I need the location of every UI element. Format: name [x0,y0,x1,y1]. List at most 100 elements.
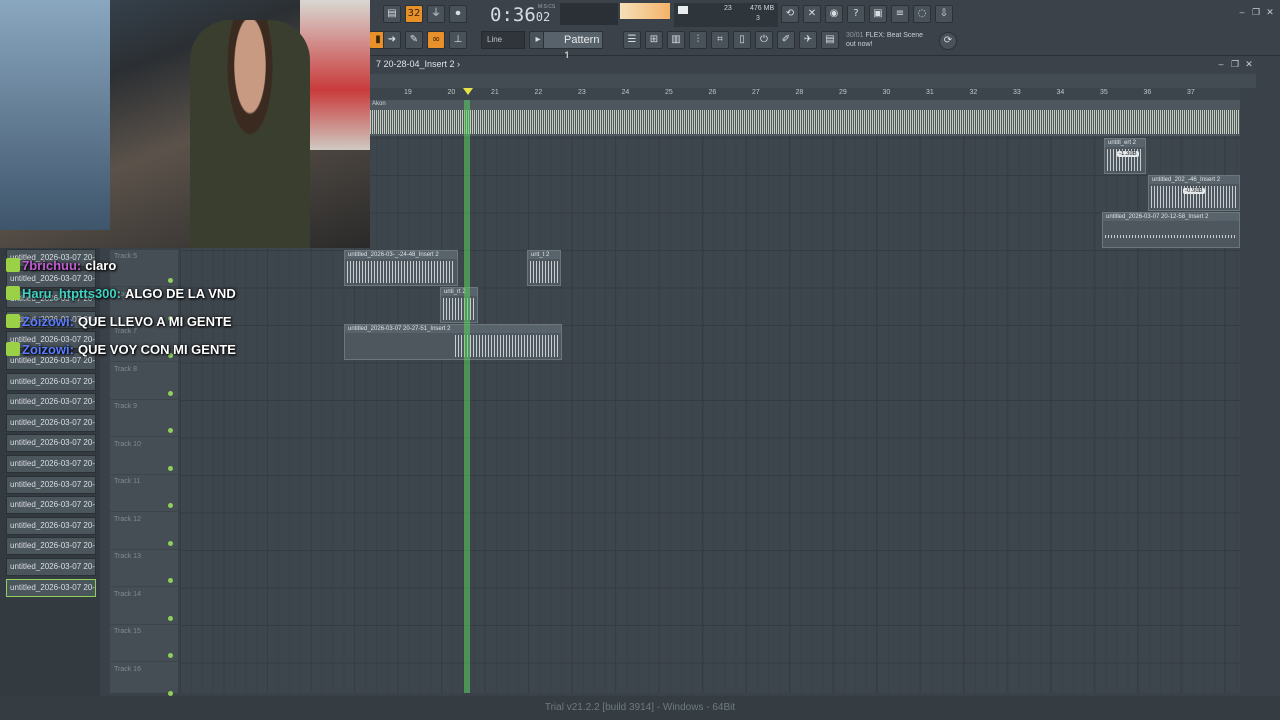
playlist-scrollbar[interactable] [370,74,1256,88]
download-icon[interactable]: ⇩ [935,5,953,23]
waveform [1105,235,1237,238]
audio-clip[interactable]: untitl_ert 2 -1.3dB [1104,138,1146,174]
playhead-line[interactable] [464,100,470,693]
track-enable-led[interactable] [168,390,173,396]
cpu-bar [678,6,688,14]
undo-history-icon[interactable]: ⟲ [781,5,799,23]
track-header[interactable]: Track 14 [110,588,178,625]
browser-item[interactable]: untitled_2026-03-07 20- [6,558,96,576]
browser-item[interactable]: untitled_2026-03-07 20- [6,413,96,432]
oscilloscope-monitor[interactable] [560,3,618,25]
clip-title: unt_t 2 [528,251,560,259]
brush-icon[interactable]: ✐ [777,31,795,49]
track-header[interactable]: Track 13 [110,550,178,587]
track-header[interactable]: Track 11 [110,475,178,512]
restore-icon[interactable]: ❐ [1251,7,1261,17]
track-header[interactable]: Track 15 [110,625,178,662]
browser-icon[interactable]: ⌗ [711,31,729,49]
audio-clip[interactable]: unt_t 2 [527,250,561,286]
playlist-title-bar: 7 20-28-04_Insert 2 › – ❐ ✕ [370,58,1256,74]
pencil-icon[interactable]: ✎ [405,31,423,49]
timeline-tick: 37 [1187,89,1195,96]
playlist-restore-icon[interactable]: ❐ [1230,59,1240,69]
webcam-poster-shape [300,0,370,150]
mixer-icon[interactable]: ≡ [891,5,909,23]
metronome-icon[interactable]: ⏚ [427,5,445,23]
track-enable-led[interactable] [168,428,173,433]
playhead-marker[interactable] [463,88,473,95]
tempo-tap-button[interactable]: 32 [405,5,423,23]
audio-clip[interactable]: unti_rt 2 [440,287,478,323]
browser-item[interactable]: untitled_2026-03-07 20- [6,372,96,391]
browser-item[interactable]: untitled_2026-03-07 20- [6,537,96,556]
clip-title: unti_rt 2 [441,288,477,296]
track-enable-led[interactable] [168,578,173,583]
track-header[interactable]: Track 9 [110,400,178,437]
browser-item[interactable]: untitled_2026-03-07 20- [6,475,96,494]
channel-rack-icon[interactable]: ⊞ [645,31,663,49]
track-enable-led[interactable] [168,503,173,508]
pattern-select[interactable]: Pattern 1 [543,31,603,62]
audio-clip[interactable]: untitled_2026-03-_-24-48_Insert 2 [344,250,458,286]
track-enable-led[interactable] [168,465,173,471]
chat-message: Haru_htptts300: ALGO DE LA VND [6,283,236,305]
browser-item[interactable]: untitled_2026-03-07 20- [6,516,96,535]
browser-item[interactable]: untitled_2026-03-07 20- [6,455,96,473]
chat-icon[interactable]: ◌ [913,5,931,23]
news-icon[interactable]: ▤ [821,31,839,49]
pattern-song-toggle-icon[interactable]: ▤ [383,5,401,23]
save-icon[interactable]: ▣ [869,5,887,23]
tools-icon[interactable]: ✕ [803,5,821,23]
clip-title: untitled_2026-03-07 20-27-51_Insert 2 [345,325,561,333]
chat-badge-icon [6,342,20,356]
mixer-view-icon[interactable]: ⫶ [689,31,707,49]
track-header[interactable]: Track 5 [110,250,178,287]
cpu-memory-panel[interactable]: 23 476 MB 3 [674,3,778,27]
piano-roll-icon[interactable]: ▥ [667,31,685,49]
cpu-value: 23 [724,5,732,12]
microphone-icon[interactable]: ◉ [825,5,843,23]
browser-item[interactable]: untitled_2026-03-07 20- [6,578,96,597]
track-label: Track 13 [114,553,141,560]
arrow-right-icon[interactable]: ➜ [383,31,401,49]
news-panel[interactable]: 30/01 FLEX: Beat Scene out now! [846,31,923,49]
close-icon[interactable]: ✕ [1265,7,1275,17]
plug-icon[interactable]: ⏻ [755,31,773,49]
audio-clip[interactable]: untitled_2026-03-07 20-12-58_Insert 2 [1102,212,1240,248]
browser-item[interactable]: untitled_2026-03-07 20- [6,496,96,515]
timeline-ruler[interactable]: 19 20 21 22 23 24 25 26 27 28 29 30 31 32 33 34 35 36 37 [370,88,1240,100]
timeline-tick: 31 [926,89,934,96]
track-header[interactable]: Track 8 [110,363,178,400]
track-enable-led[interactable] [168,653,173,658]
record-mode-icon[interactable]: ⏺ [449,5,467,23]
playlist-close-icon[interactable]: ✕ [1244,59,1254,69]
tempo-icon[interactable]: ✈ [799,31,817,49]
track-header[interactable]: Track 12 [110,513,178,550]
track-header[interactable]: Track 10 [110,438,178,475]
track-label: Track 9 [114,403,138,410]
master-audio-clip[interactable]: Akon [370,100,1240,136]
timeline-tick: 26 [708,89,717,96]
track-enable-led[interactable] [168,690,173,696]
help-icon[interactable]: ? [847,5,865,23]
timeline-tick: 22 [534,89,543,96]
link-icon[interactable]: ∞ [427,31,445,49]
track-enable-led[interactable] [168,540,173,546]
chat-text: QUE VOY CON MI GENTE [78,342,236,357]
news-refresh-icon[interactable]: ⟳ [939,32,957,50]
chat-username: Zoizowi: [22,342,74,357]
browser-item[interactable]: untitled_2026-03-07 20- [6,393,96,412]
plugin-icon[interactable]: ▯ [733,31,751,49]
track-header[interactable]: Track 16 [110,663,178,700]
snap-select[interactable]: Line [481,31,525,49]
master-volume-slider[interactable] [620,3,670,19]
stamp-icon[interactable]: ⊥ [449,31,467,49]
track-enable-led[interactable] [168,615,173,621]
playlist-minimize-icon[interactable]: – [1216,59,1226,69]
audio-clip[interactable]: untitled_2026-03-07 20-27-51_Insert 2 [344,324,562,360]
playlist-icon[interactable]: ☰ [623,31,641,49]
audio-clip[interactable]: untitled_202_-46_Insert 2 -0.9dB [1148,175,1240,211]
webcam-overlay [0,0,370,248]
minimize-icon[interactable]: – [1237,7,1247,17]
browser-item[interactable]: untitled_2026-03-07 20- [6,434,96,453]
